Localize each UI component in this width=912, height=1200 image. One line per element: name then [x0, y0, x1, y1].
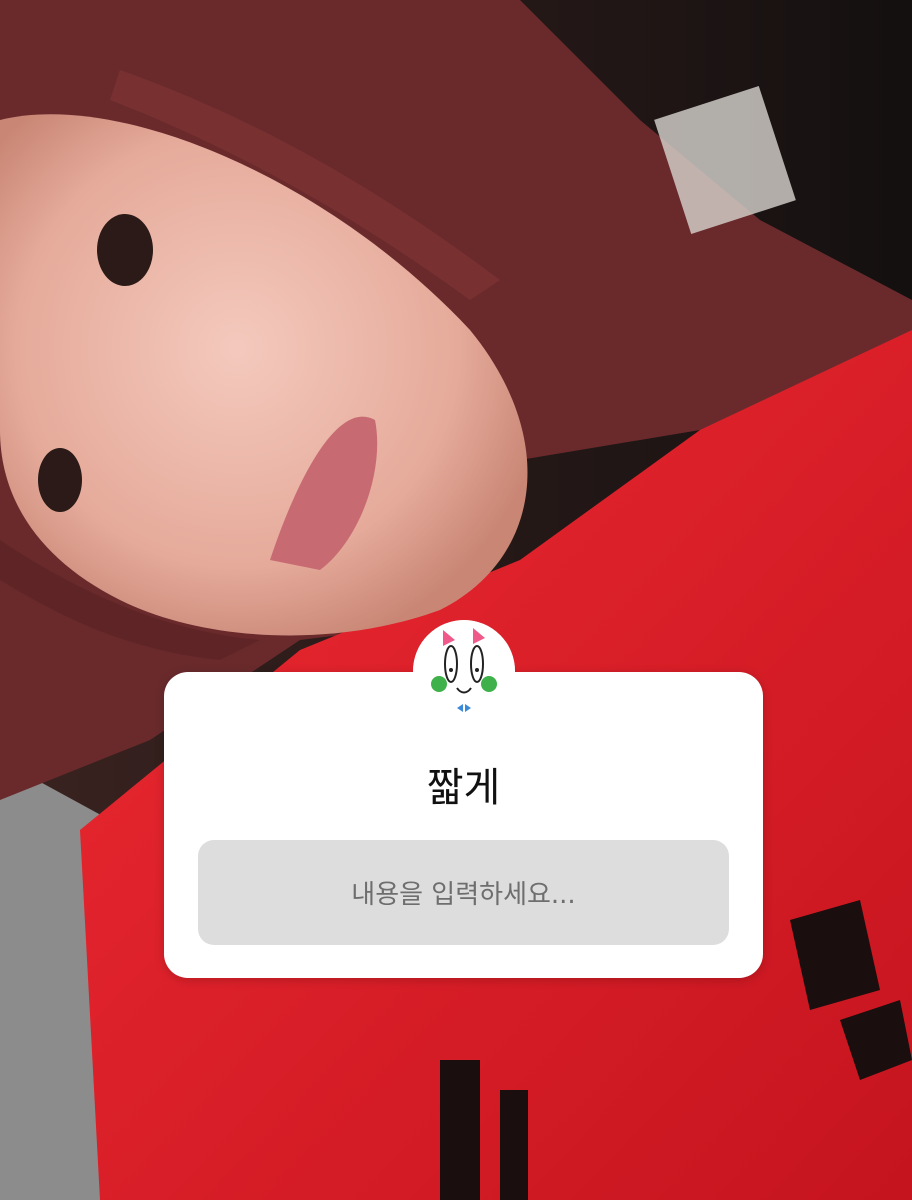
question-title: 짧게 [426, 765, 501, 811]
answer-input[interactable]: 내용을 입력하세요... [198, 840, 729, 945]
avatar [413, 620, 515, 722]
story-screen: 짧게 내용을 입력하세요... [0, 0, 912, 1200]
background-photo [0, 0, 912, 1200]
doodle-face-icon [413, 620, 515, 722]
